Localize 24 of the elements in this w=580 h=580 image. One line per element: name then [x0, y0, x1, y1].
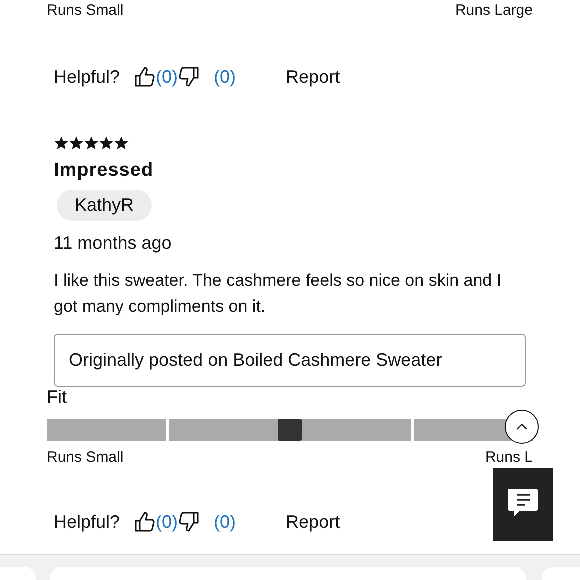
- thumbs-up-icon[interactable]: [134, 66, 156, 88]
- helpful-count: (0): [156, 512, 178, 532]
- fit-high-label: Runs Large: [455, 2, 533, 20]
- helpful-label: Helpful?: [54, 512, 120, 532]
- thumbs-down-icon[interactable]: [178, 511, 200, 533]
- thumbs-down-icon[interactable]: [178, 66, 200, 88]
- scroll-top-button[interactable]: [505, 410, 539, 444]
- review-title: Impressed: [54, 160, 155, 182]
- review-text: I like this sweater. The cashmere feels so nice on skin and I got many compliments on it.: [54, 270, 503, 318]
- helpful-count: (0): [156, 66, 178, 88]
- fit-low-label: Runs Small: [47, 2, 124, 20]
- fit-label: Fit: [47, 387, 68, 408]
- author-chip: KathyR: [57, 190, 152, 221]
- report-link[interactable]: Report: [286, 512, 340, 532]
- unhelpful-count: (0): [214, 512, 236, 532]
- chat-button[interactable]: [493, 468, 553, 541]
- thumbs-up-icon[interactable]: [134, 511, 156, 533]
- unhelpful-count: (0): [214, 66, 236, 88]
- fit-high-label: Runs L: [485, 449, 533, 467]
- report-link[interactable]: Report: [286, 66, 340, 88]
- origin-note: Originally posted on Boiled Cashmere Sweater: [54, 334, 526, 387]
- review-time: 11 months ago: [54, 233, 173, 254]
- fit-low-label: Runs Small: [47, 449, 124, 467]
- helpful-label: Helpful?: [54, 66, 120, 88]
